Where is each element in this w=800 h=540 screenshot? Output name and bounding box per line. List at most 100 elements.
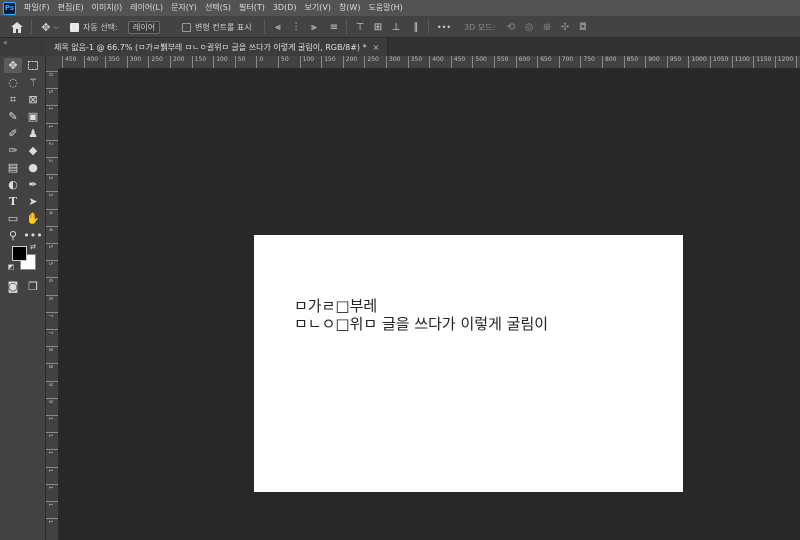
ruler-tick-label: 8 bbox=[46, 363, 58, 380]
pen-tool-icon[interactable]: ✒ bbox=[24, 177, 42, 192]
photoshop-logo: Ps bbox=[3, 1, 16, 15]
ruler-tick-label: 1250 bbox=[796, 56, 800, 68]
menu-select[interactable]: 선택(S) bbox=[201, 0, 235, 16]
auto-select-dropdown[interactable]: 레이어 bbox=[128, 16, 161, 38]
ruler-tick-label: 250 bbox=[148, 56, 163, 68]
ruler-tick-label: 850 bbox=[623, 56, 638, 68]
home-icon[interactable] bbox=[8, 16, 26, 38]
history-brush-tool-icon[interactable]: ✑ bbox=[4, 143, 22, 158]
ruler-tick-label: 300 bbox=[126, 56, 141, 68]
vertical-ruler[interactable]: 051122334455667788991111111 bbox=[46, 69, 59, 540]
clone-stamp-tool-icon[interactable]: ♟ bbox=[24, 126, 42, 141]
ruler-tick-label: 450 bbox=[450, 56, 465, 68]
move-tool-preset-button[interactable]: ✥ ⌵ bbox=[36, 16, 64, 38]
menu-view[interactable]: 보기(V) bbox=[301, 0, 335, 16]
ruler-tick-label: 1 bbox=[46, 483, 58, 501]
document-canvas[interactable]: ㅁ가ㄹ□부레 ㅁㄴㅇ□위ㅁ 글을 쓰다가 이렇게 굴림이 bbox=[254, 235, 683, 492]
ruler-tick-label: 650 bbox=[537, 56, 552, 68]
3d-slide-icon[interactable]: ✣ bbox=[558, 16, 572, 38]
type-tool-icon[interactable]: T bbox=[4, 194, 22, 209]
foreground-color-swatch[interactable] bbox=[12, 246, 27, 261]
transform-controls-label: 변형 컨트롤 표시 bbox=[195, 22, 252, 32]
screen-mode-icon[interactable]: ❐ bbox=[24, 279, 42, 294]
3d-camera-icon[interactable]: ◘ bbox=[576, 16, 590, 38]
menu-help[interactable]: 도움말(H) bbox=[364, 0, 406, 16]
ruler-tick-label: 6 bbox=[46, 277, 58, 294]
lasso-tool-icon[interactable]: ◌ bbox=[4, 75, 22, 90]
menu-type[interactable]: 문자(Y) bbox=[167, 0, 201, 16]
dodge-tool-icon[interactable]: ◐ bbox=[4, 177, 22, 192]
magic-wand-tool-icon[interactable]: ⚚ bbox=[24, 75, 42, 90]
document-tab[interactable]: 제목 없음-1 @ 66.7% (ㅁ가ㄹ뷁부레 ㅁㄴㅇ귈위ㅁ 글을 쓰다가 이렇… bbox=[46, 38, 389, 56]
ruler-tick-label: 800 bbox=[602, 56, 616, 68]
path-selection-tool-icon[interactable]: ➤ bbox=[24, 194, 42, 209]
document-tab-strip: 제목 없음-1 @ 66.7% (ㅁ가ㄹ뷁부레 ㅁㄴㅇ귈위ㅁ 글을 쓰다가 이렇… bbox=[46, 38, 800, 56]
spot-healing-tool-icon[interactable]: ▣ bbox=[24, 109, 42, 124]
menu-image[interactable]: 이미지(I) bbox=[88, 0, 127, 16]
crop-tool-icon[interactable]: ⌗ bbox=[4, 92, 22, 107]
gradient-tool-icon[interactable]: ▤ bbox=[4, 160, 22, 175]
menu-edit[interactable]: 편집(E) bbox=[54, 0, 88, 16]
move-icon: ✥ bbox=[41, 20, 51, 34]
ruler-tick-label: 200 bbox=[170, 56, 184, 68]
chevron-down-icon: ⌵ bbox=[53, 22, 59, 31]
ruler-tick-label: 3 bbox=[46, 174, 58, 191]
edit-toolbar-icon[interactable]: ••• bbox=[23, 228, 42, 243]
text-layer[interactable]: ㅁ가ㄹ□부레 ㅁㄴㅇ□위ㅁ 글을 쓰다가 이렇게 굴림이 bbox=[294, 297, 548, 333]
ruler-tick-label: 100 bbox=[213, 56, 228, 68]
menu-file[interactable]: 파일(F) bbox=[20, 0, 54, 16]
marquee-tool-icon[interactable] bbox=[24, 58, 42, 73]
ruler-tick-label: 500 bbox=[472, 56, 487, 68]
more-options-button[interactable]: ••• bbox=[436, 16, 452, 38]
text-line-1: ㅁ가ㄹ□부레 bbox=[294, 297, 378, 315]
align-vertical-center-icon[interactable]: ⊞ bbox=[372, 16, 384, 38]
auto-select-checkbox[interactable] bbox=[70, 22, 79, 32]
align-right-icon[interactable]: ⫸ bbox=[308, 16, 320, 38]
frame-tool-icon[interactable]: ⊠ bbox=[24, 92, 42, 107]
auto-select-toggle[interactable]: 자동 선택: bbox=[70, 16, 118, 38]
toolbox-collapse-bar[interactable]: « bbox=[0, 38, 46, 56]
brush-tool-icon[interactable]: ✐ bbox=[4, 126, 22, 141]
distribute-icon[interactable]: ≡ bbox=[328, 16, 340, 38]
align-horizontal-center-icon[interactable]: ⫶ bbox=[290, 16, 302, 38]
menu-filter[interactable]: 필터(T) bbox=[235, 0, 269, 16]
3d-roll-icon[interactable]: ◎ bbox=[522, 16, 536, 38]
ruler-tick-label: 4 bbox=[46, 208, 58, 226]
menu-window[interactable]: 창(W) bbox=[335, 0, 365, 16]
ruler-tick-label: 0 bbox=[256, 56, 263, 68]
menu-3d[interactable]: 3D(D) bbox=[269, 0, 301, 16]
blur-tool-icon[interactable]: ● bbox=[24, 160, 42, 175]
transform-controls-checkbox[interactable] bbox=[182, 22, 191, 32]
ruler-tick-label: 1 bbox=[46, 122, 58, 140]
swap-colors-icon[interactable]: ⇄ bbox=[28, 242, 38, 252]
rectangle-tool-icon[interactable]: ▭ bbox=[4, 211, 22, 226]
ruler-tick-label: 5 bbox=[46, 88, 58, 105]
ruler-tick-label: 450 bbox=[62, 56, 76, 68]
3d-drag-icon[interactable]: ⊕ bbox=[540, 16, 554, 38]
ruler-tick-label: 300 bbox=[386, 56, 400, 68]
ruler-tick-label: 1100 bbox=[731, 56, 750, 68]
align-left-icon[interactable]: ⫷ bbox=[272, 16, 284, 38]
ruler-tick-label: 4 bbox=[46, 225, 58, 243]
quick-mask-icon[interactable]: ◙ bbox=[4, 279, 22, 294]
close-icon[interactable]: × bbox=[373, 43, 380, 52]
align-top-icon[interactable]: ⊤ bbox=[354, 16, 366, 38]
eyedropper-tool-icon[interactable]: ✎ bbox=[4, 109, 22, 124]
default-colors-icon[interactable]: ◩ bbox=[6, 262, 16, 272]
show-transform-controls-toggle[interactable]: 변형 컨트롤 표시 bbox=[182, 16, 252, 38]
ruler-tick-label: 5 bbox=[46, 260, 58, 277]
distribute-vertical-icon[interactable]: ∥ bbox=[410, 16, 422, 38]
horizontal-ruler[interactable]: 450 400 350 300 250 200 150 100 50 0 50 100 150 200 25… bbox=[59, 56, 800, 69]
zoom-tool-icon[interactable]: ⚲ bbox=[4, 228, 22, 243]
ruler-origin[interactable] bbox=[46, 56, 59, 69]
ruler-tick-label: 100 bbox=[299, 56, 314, 68]
move-tool-icon[interactable]: ✥ bbox=[4, 58, 22, 73]
3d-rotate-icon[interactable]: ⟲ bbox=[504, 16, 518, 38]
eraser-tool-icon[interactable]: ◆ bbox=[24, 143, 42, 158]
ruler-tick-label: 7 bbox=[46, 329, 58, 346]
menu-layer[interactable]: 레이어(L) bbox=[126, 0, 167, 16]
ruler-tick-label: 1 bbox=[46, 415, 58, 432]
hand-tool-icon[interactable]: ✋ bbox=[24, 211, 42, 226]
ruler-tick-label: 5 bbox=[46, 243, 58, 260]
align-bottom-icon[interactable]: ⊥ bbox=[390, 16, 402, 38]
